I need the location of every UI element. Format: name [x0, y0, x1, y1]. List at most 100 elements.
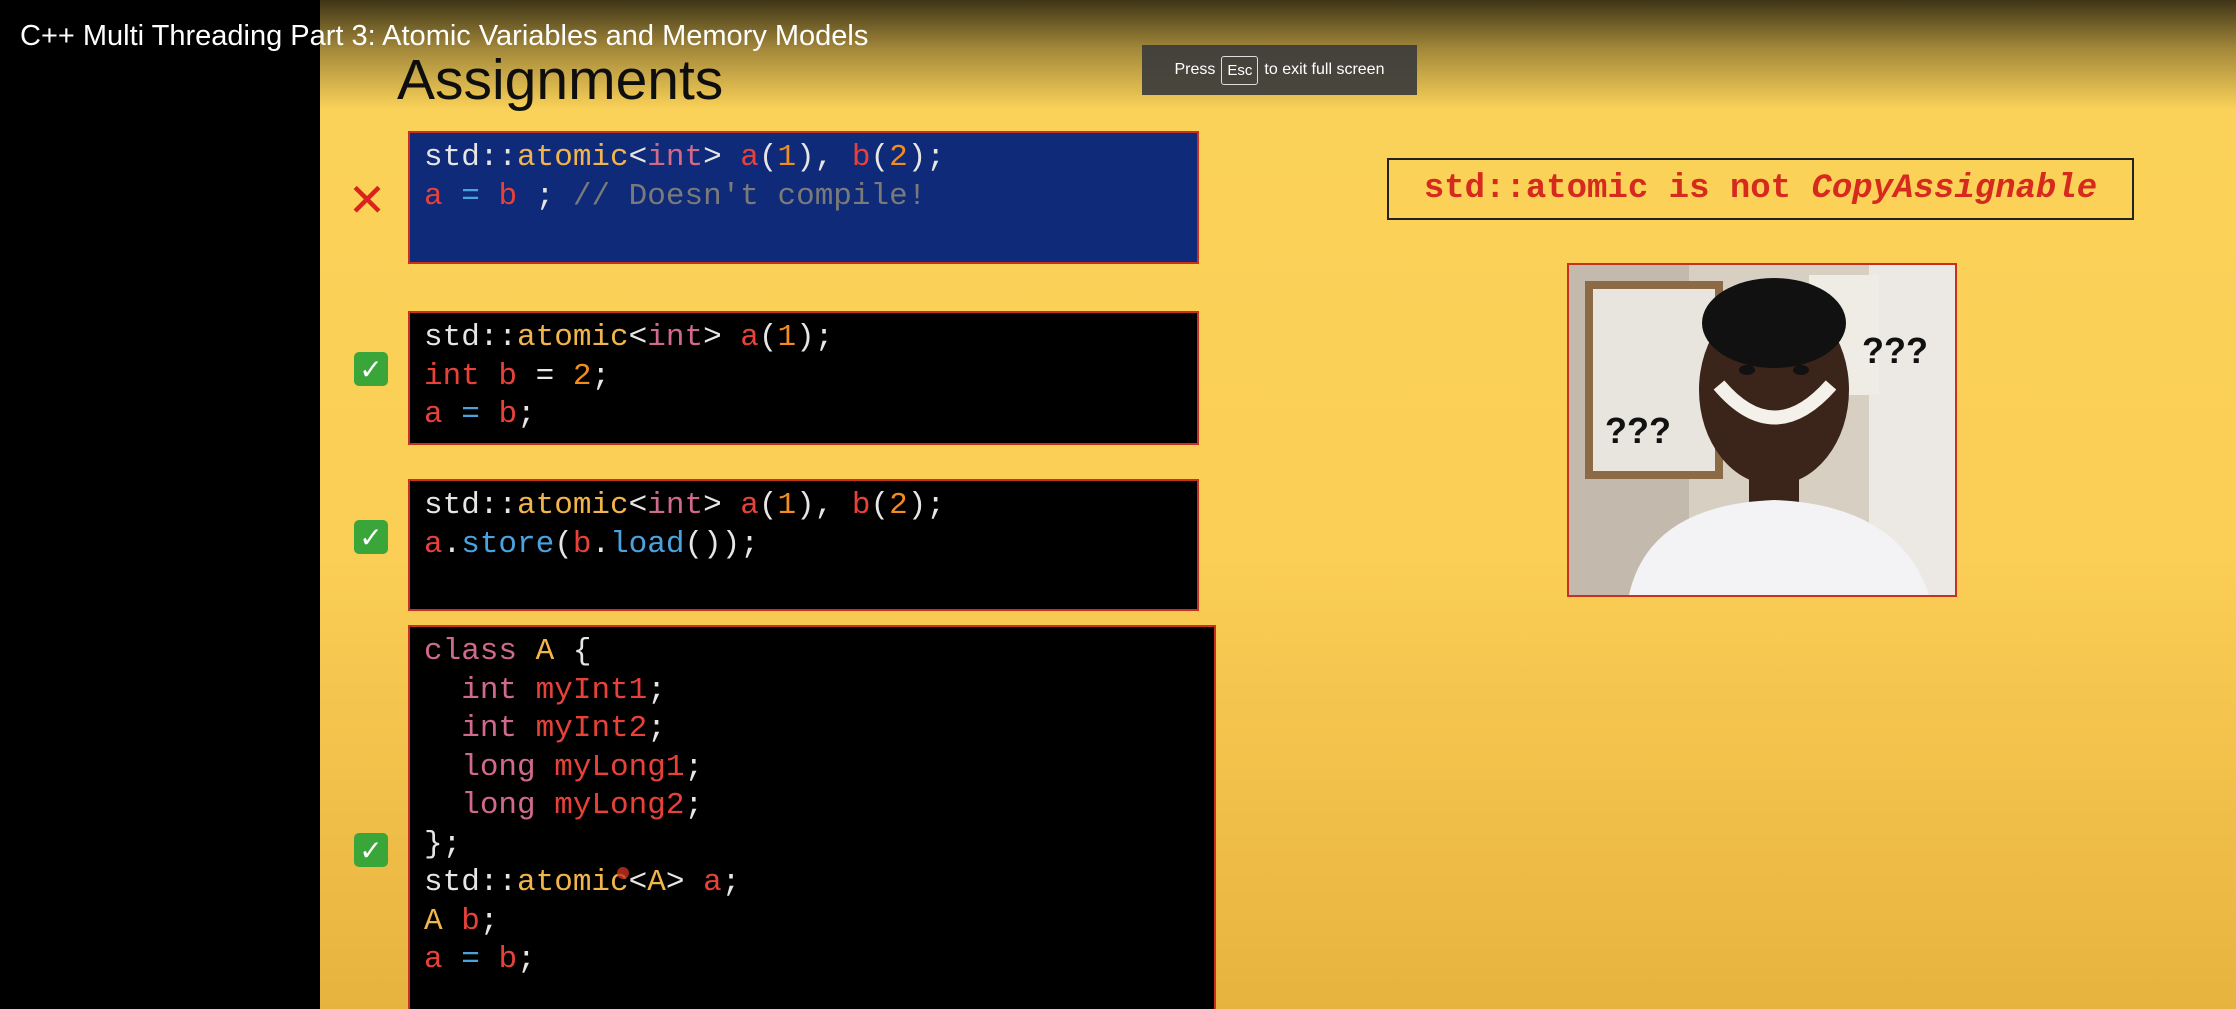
code-token: load	[610, 526, 685, 562]
code-token: std::	[424, 488, 518, 523]
check-icon: ✓	[354, 520, 388, 554]
code-token: a	[424, 942, 443, 977]
code-line: long myLong1;	[424, 749, 1200, 788]
code-token: .	[442, 526, 462, 562]
code-token: };	[424, 826, 462, 862]
code-token: b	[572, 526, 592, 562]
code-token: b	[498, 358, 518, 394]
check-icon: ✓	[354, 833, 388, 867]
code-token: b	[851, 488, 871, 523]
code-token: myLong1	[554, 749, 685, 785]
code-token: ;	[591, 358, 611, 394]
code-token: >	[703, 320, 741, 355]
fullscreen-notice-suffix: to exit full screen	[1264, 61, 1385, 78]
code-token: A	[535, 634, 555, 669]
code-token: );	[907, 140, 945, 175]
meme-caption-right: ???	[1862, 330, 1928, 371]
code-line: A b;	[424, 903, 1200, 942]
code-token: long	[461, 788, 536, 823]
code-token: a	[424, 526, 443, 562]
code-token: >	[703, 140, 741, 175]
code-line: int myInt2;	[424, 710, 1200, 749]
code-token: 2	[889, 488, 908, 523]
code-token: A	[424, 903, 443, 939]
code-token: atomic	[517, 488, 629, 523]
code-token: =	[461, 942, 480, 977]
meme-caption-left: ???	[1605, 410, 1671, 451]
code-token: int	[647, 140, 704, 175]
code-line: a.store(b.load());	[424, 526, 1183, 565]
code-token: int	[461, 711, 518, 746]
code-token: long	[461, 749, 536, 785]
code-token: std::	[424, 140, 518, 175]
meme-image: ??? ???	[1567, 263, 1957, 597]
code-token: 2	[889, 140, 908, 175]
code-line: std::atomic<int> a(1), b(2);	[424, 139, 1183, 178]
esc-key: Esc	[1221, 55, 1259, 85]
code-token: ());	[684, 526, 759, 562]
code-token: .	[591, 526, 611, 562]
code-token: // Doesn't compile!	[572, 178, 927, 214]
code-token: b	[498, 942, 518, 977]
code-line: class A {	[424, 633, 1200, 672]
code-line: a = b ; // Doesn't compile!	[424, 178, 1183, 217]
callout-box: std::atomic is not CopyAssignable	[1387, 158, 2134, 220]
code-token: myLong2	[554, 788, 685, 823]
code-token: int	[647, 320, 704, 355]
code-token: >	[703, 488, 741, 523]
code-token: <	[628, 865, 648, 900]
code-line: int b = 2;	[424, 358, 1183, 397]
pointer-dot	[617, 867, 629, 879]
code-line: int myInt1;	[424, 672, 1200, 711]
code-token: 2	[572, 358, 592, 394]
code-token: std::	[424, 865, 518, 900]
code-token: ;	[517, 178, 573, 214]
code-token: b	[498, 397, 518, 432]
code-example-1: std::atomic<int> a(1), b(2); a = b ; // D…	[408, 131, 1199, 264]
code-token: =	[461, 178, 480, 214]
code-line: std::atomic<int> a(1), b(2);	[424, 487, 1183, 526]
code-token: (	[758, 140, 778, 175]
code-token: =	[517, 358, 573, 394]
code-token: (	[870, 488, 890, 523]
code-token: (	[758, 320, 778, 355]
fullscreen-notice: Press Esc to exit full screen	[1142, 45, 1417, 95]
code-token: <	[628, 320, 648, 355]
code-token: 1	[777, 320, 797, 355]
code-example-4: class A { int myInt1; int myInt2; long m…	[408, 625, 1216, 1009]
code-token: (	[554, 526, 573, 562]
code-token: a	[740, 488, 759, 523]
code-token: b	[461, 903, 480, 939]
code-line: std::atomic<int> a(1);	[424, 319, 1183, 358]
code-line: };	[424, 826, 1200, 865]
code-token: ),	[796, 488, 852, 523]
video-frame[interactable]: Assignments ✕ std::atomic<int> a(1), b(2…	[0, 0, 2236, 1009]
code-token: (	[870, 140, 890, 175]
code-token: atomic	[517, 865, 629, 900]
code-token: {	[554, 634, 592, 669]
code-token: ;	[647, 711, 666, 746]
cross-icon: ✕	[347, 173, 387, 227]
code-example-2: std::atomic<int> a(1); int b = 2; a = b;	[408, 311, 1199, 445]
code-token: atomic	[517, 140, 629, 175]
code-token: a	[424, 178, 443, 214]
code-token: int	[424, 358, 480, 394]
video-title[interactable]: C++ Multi Threading Part 3: Atomic Varia…	[20, 20, 868, 53]
code-token: b	[851, 140, 871, 175]
code-token: a	[740, 320, 759, 355]
code-token: ;	[479, 903, 499, 939]
code-token: std::	[424, 320, 518, 355]
callout-text: std::atomic is not	[1423, 170, 1812, 208]
